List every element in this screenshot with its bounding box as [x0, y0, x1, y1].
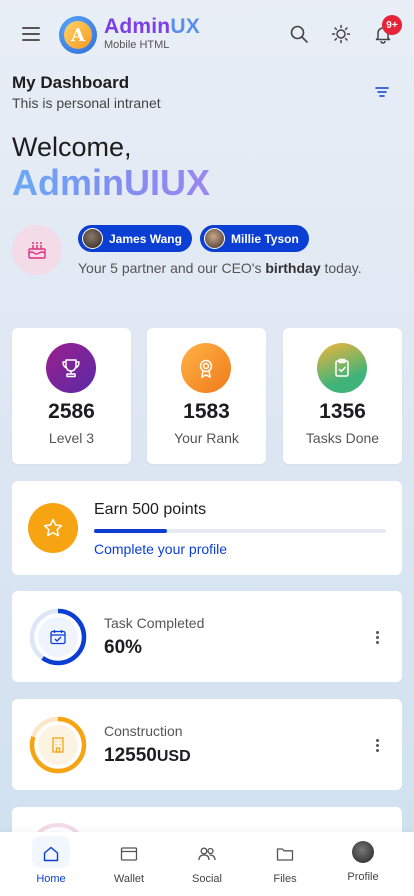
- metric-value: 12550USD: [104, 745, 191, 767]
- page-title: My Dashboard: [12, 73, 130, 92]
- nav-label: Social: [192, 873, 222, 885]
- star-icon: [28, 503, 78, 553]
- earn-progress-bar: [94, 529, 386, 533]
- stat-value: 1356: [319, 400, 366, 423]
- stat-value: 2586: [48, 400, 95, 423]
- people-icon: [198, 847, 216, 861]
- birthday-person-chip[interactable]: James Wang: [78, 225, 192, 252]
- birthday-person-chip[interactable]: Millie Tyson: [200, 225, 309, 252]
- brand: AdminUX Mobile HTML: [104, 15, 200, 51]
- metric-unit: USD: [156, 748, 191, 765]
- nav-label: Profile: [347, 871, 379, 883]
- brand-logo: A: [59, 16, 97, 54]
- stat-label: Level 3: [48, 430, 95, 446]
- birthday-text-before: Your 5 partner and our CEO's: [78, 260, 266, 276]
- page-subtitle: This is personal intranet: [12, 95, 161, 111]
- menu-icon[interactable]: [22, 27, 40, 41]
- stat-card-level[interactable]: 2586 Level 3: [12, 328, 131, 464]
- chip-name: Millie Tyson: [231, 231, 299, 246]
- nav-label: Home: [36, 873, 66, 885]
- construction-card[interactable]: Construction 12550USD: [12, 699, 402, 790]
- nav-label: Files: [273, 873, 297, 885]
- welcome-greeting: Welcome,: [12, 132, 132, 162]
- brand-title: AdminUX: [104, 15, 200, 39]
- task-completed-card[interactable]: Task Completed 60%: [12, 591, 402, 682]
- trophy-icon: [46, 343, 96, 393]
- medal-icon: [181, 343, 231, 393]
- clipboard-check-icon: [317, 343, 367, 393]
- nav-profile[interactable]: Profile: [322, 832, 404, 896]
- sun-icon[interactable]: [331, 24, 351, 44]
- earn-progress-fill: [94, 529, 167, 533]
- stat-label: Your Rank: [174, 430, 239, 446]
- nav-home[interactable]: Home: [10, 832, 92, 896]
- cake-icon: [28, 242, 46, 259]
- metric-label: Task Completed: [104, 615, 205, 631]
- bottom-nav: Home Wallet Social Files Profile: [0, 832, 414, 896]
- nav-wallet[interactable]: Wallet: [88, 832, 170, 896]
- earn-title: Earn 500 points: [94, 501, 207, 518]
- notification-badge: 9+: [382, 15, 402, 35]
- logo-letter: A: [64, 21, 92, 49]
- folder-icon: [276, 848, 294, 861]
- brand-title-main: Admin: [104, 15, 171, 38]
- brand-subtitle: Mobile HTML: [104, 39, 170, 51]
- metric-value-number: 12550: [104, 745, 157, 766]
- earn-points-card[interactable]: Earn 500 points Complete your profile: [12, 481, 402, 575]
- home-icon: [43, 846, 59, 862]
- nav-social[interactable]: Social: [166, 832, 248, 896]
- nav-files[interactable]: Files: [244, 832, 326, 896]
- stat-card-rank[interactable]: 1583 Your Rank: [147, 328, 266, 464]
- complete-profile-link[interactable]: Complete your profile: [94, 541, 227, 557]
- avatar: [352, 841, 374, 863]
- stat-card-tasks[interactable]: 1356 Tasks Done: [283, 328, 402, 464]
- calendar-check-icon: [50, 630, 66, 645]
- metric-value: 60%: [104, 637, 142, 659]
- avatar: [204, 228, 225, 249]
- birthday-text-after: today.: [320, 260, 362, 276]
- nav-label: Wallet: [113, 873, 145, 885]
- stat-value: 1583: [183, 400, 230, 423]
- more-options-icon[interactable]: [376, 631, 380, 645]
- chip-name: James Wang: [109, 231, 182, 246]
- birthday-text-bold: birthday: [265, 260, 321, 276]
- stat-label: Tasks Done: [305, 430, 380, 446]
- metric-value-number: 60%: [104, 637, 143, 658]
- avatar: [82, 228, 103, 249]
- birthday-badge: [12, 225, 62, 275]
- welcome-username: AdminUIUX: [12, 162, 210, 203]
- more-options-icon[interactable]: [376, 739, 380, 753]
- search-icon[interactable]: [289, 24, 309, 44]
- birthday-message: Your 5 partner and our CEO's birthday to…: [78, 260, 362, 276]
- filter-icon[interactable]: [375, 86, 389, 98]
- wallet-icon: [120, 847, 138, 861]
- app-header: A AdminUX Mobile HTML 9+: [0, 0, 414, 66]
- brand-title-accent: UX: [170, 15, 200, 38]
- metric-label: Construction: [104, 723, 183, 739]
- building-icon: [52, 737, 64, 753]
